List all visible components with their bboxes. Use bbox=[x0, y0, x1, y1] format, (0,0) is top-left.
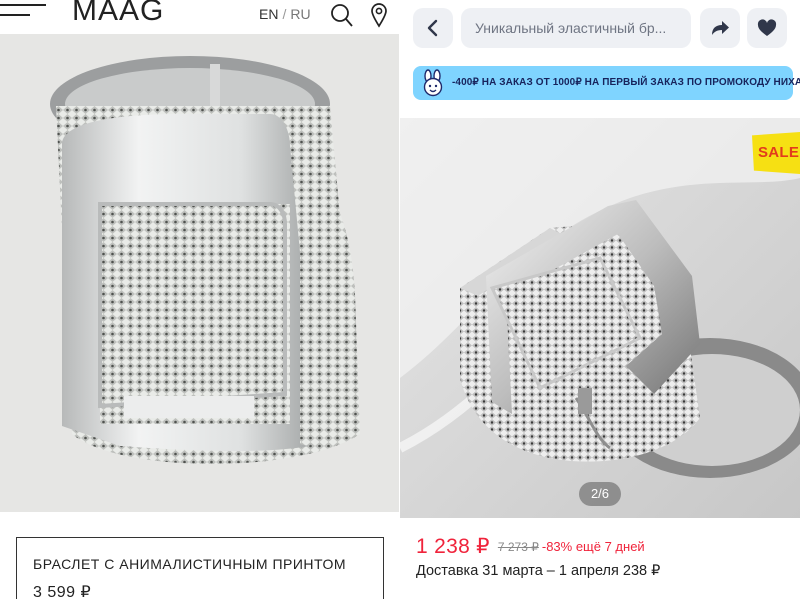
product-name: БРАСЛЕТ С АНИМАЛИСТИЧНЫМ ПРИНТОМ bbox=[33, 556, 346, 572]
maag-product-page: MAAG EN / RU БРАСЛЕТ С АНИМАЛИСТИЧНЫМ ПР… bbox=[0, 0, 400, 599]
top-bar: Уникальный эластичный бр... bbox=[400, 0, 800, 58]
favorite-button[interactable] bbox=[747, 8, 787, 48]
price-row: 1 238 ₽ 7 273 ₽ -83% ещё 7 дней bbox=[416, 534, 645, 560]
lang-en-link[interactable]: EN bbox=[259, 6, 278, 22]
menu-icon[interactable] bbox=[0, 2, 48, 22]
product-photo[interactable] bbox=[0, 34, 400, 512]
site-header: MAAG EN / RU bbox=[0, 0, 400, 34]
gallery-counter: 2/6 bbox=[579, 482, 621, 506]
back-chevron-icon bbox=[427, 19, 438, 37]
discount-label: -83% ещё 7 дней bbox=[541, 539, 645, 554]
bracelet-image bbox=[50, 56, 360, 464]
heart-icon bbox=[757, 19, 777, 36]
product-gallery[interactable]: SALE 2/6 bbox=[400, 118, 800, 518]
sale-badge: SALE bbox=[752, 132, 800, 174]
current-price: 1 238 ₽ bbox=[416, 535, 490, 558]
language-switcher: EN / RU bbox=[259, 6, 311, 22]
location-pin-icon[interactable] bbox=[370, 2, 388, 28]
bunny-mascot-icon bbox=[423, 69, 443, 97]
sale-badge-text: SALE bbox=[758, 144, 800, 161]
search-input[interactable]: Уникальный эластичный бр... bbox=[461, 8, 691, 48]
lang-separator: / bbox=[282, 6, 287, 22]
lang-ru-link[interactable]: RU bbox=[290, 6, 310, 22]
product-info-card: БРАСЛЕТ С АНИМАЛИСТИЧНЫМ ПРИНТОМ 3 599 ₽ bbox=[16, 537, 384, 599]
share-arrow-icon bbox=[712, 21, 729, 35]
promo-banner[interactable]: -400₽ НА ЗАКАЗ ОТ 1000₽ НА ПЕРВЫЙ ЗАКАЗ … bbox=[413, 66, 800, 100]
promo-text: -400₽ НА ЗАКАЗ ОТ 1000₽ НА ПЕРВЫЙ ЗАКАЗ … bbox=[452, 77, 800, 88]
marketplace-product-page: Уникальный эластичный бр... -400₽ НА ЗАК… bbox=[400, 0, 800, 599]
back-button[interactable] bbox=[413, 8, 453, 48]
search-text: Уникальный эластичный бр... bbox=[475, 20, 667, 36]
bracelet-image bbox=[400, 118, 800, 518]
brand-logo[interactable]: MAAG bbox=[72, 0, 164, 28]
search-icon[interactable] bbox=[330, 2, 354, 28]
share-button[interactable] bbox=[700, 8, 740, 48]
product-price: 3 599 ₽ bbox=[33, 584, 92, 599]
old-price: 7 273 ₽ bbox=[497, 540, 539, 554]
delivery-info[interactable]: Доставка 31 марта – 1 апреля 238 ₽ bbox=[416, 563, 660, 579]
